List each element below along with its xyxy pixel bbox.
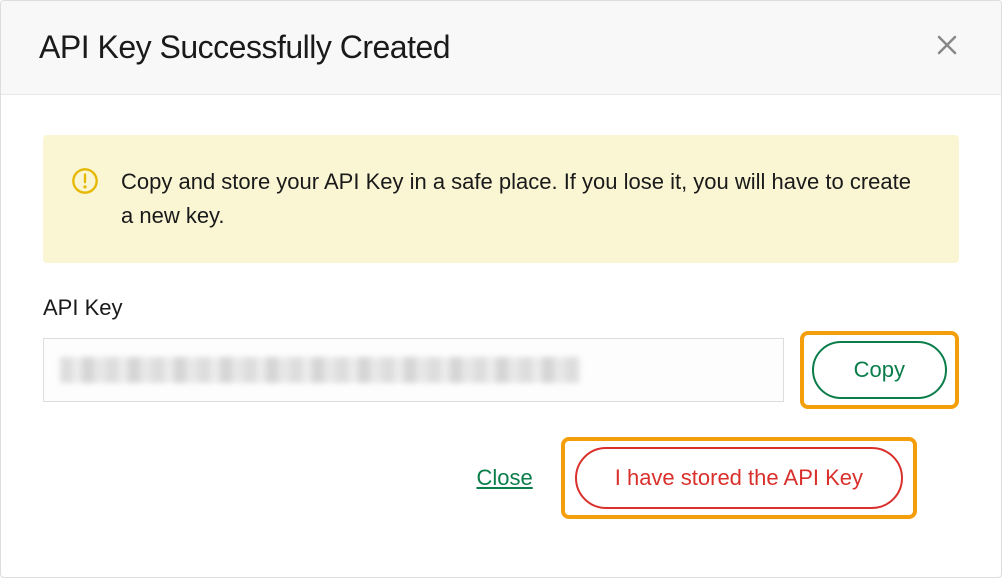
modal-footer: Close I have stored the API Key [43, 409, 959, 519]
warning-icon [71, 165, 99, 200]
copy-highlight: Copy [800, 331, 959, 409]
modal-body: Copy and store your API Key in a safe pl… [1, 95, 1001, 549]
warning-text: Copy and store your API Key in a safe pl… [121, 165, 919, 233]
close-icon[interactable] [931, 29, 963, 66]
api-key-row: Copy [43, 331, 959, 409]
modal-title: API Key Successfully Created [39, 29, 450, 66]
modal-header: API Key Successfully Created [1, 1, 1001, 95]
warning-banner: Copy and store your API Key in a safe pl… [43, 135, 959, 263]
close-link[interactable]: Close [476, 465, 532, 491]
api-key-input[interactable] [43, 338, 784, 402]
confirm-stored-button[interactable]: I have stored the API Key [575, 447, 903, 509]
api-key-redacted-value [60, 357, 580, 383]
api-key-field-section: API Key Copy [43, 295, 959, 409]
confirm-highlight: I have stored the API Key [561, 437, 917, 519]
api-key-created-modal: API Key Successfully Created Copy and st… [0, 0, 1002, 578]
copy-button[interactable]: Copy [812, 341, 947, 399]
api-key-label: API Key [43, 295, 959, 321]
